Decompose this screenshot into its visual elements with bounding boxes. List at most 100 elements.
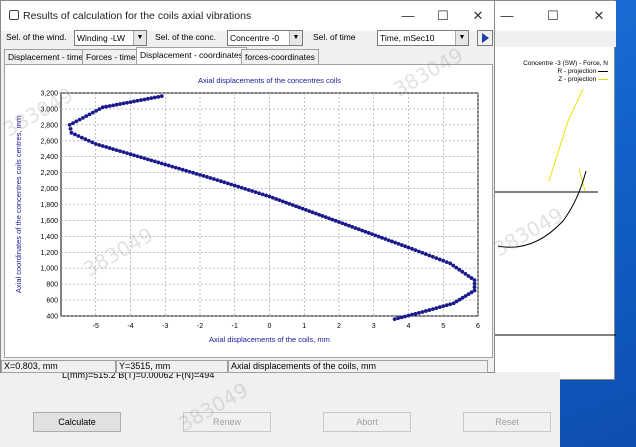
data-point xyxy=(218,179,223,184)
data-point xyxy=(350,224,355,229)
data-point xyxy=(149,158,154,163)
data-point xyxy=(74,119,79,124)
data-point xyxy=(356,227,361,232)
concentre-select[interactable]: Concentre -0 ▼ xyxy=(227,30,303,46)
data-point xyxy=(100,105,105,110)
resize-grip[interactable] xyxy=(488,364,495,372)
data-point xyxy=(370,232,374,237)
data-point xyxy=(152,95,157,100)
reset-button[interactable]: Reset xyxy=(463,412,551,432)
data-point xyxy=(417,249,421,254)
data-point xyxy=(145,96,150,101)
y-tick-label: 2,200 xyxy=(40,170,58,177)
data-point xyxy=(97,107,102,111)
data-point xyxy=(406,313,411,318)
data-point xyxy=(437,257,442,262)
data-point xyxy=(353,226,358,230)
calculate-button[interactable]: Calculate xyxy=(33,412,121,432)
data-point xyxy=(142,156,147,161)
chevron-down-icon: ▼ xyxy=(455,31,468,45)
data-point xyxy=(423,309,428,313)
x-tick-label: 2 xyxy=(337,323,341,330)
data-point xyxy=(274,197,279,201)
data-point xyxy=(111,103,116,108)
data-point xyxy=(403,314,407,319)
data-point xyxy=(225,181,230,186)
tab-forces-time[interactable]: Forces - time xyxy=(82,49,140,64)
data-point xyxy=(297,205,302,210)
data-point xyxy=(194,171,199,176)
data-point xyxy=(280,199,285,204)
data-point xyxy=(444,260,449,265)
data-point xyxy=(215,178,220,183)
data-point xyxy=(360,228,365,233)
data-point xyxy=(380,235,384,240)
data-point xyxy=(118,102,122,106)
data-point xyxy=(139,98,143,103)
data-point xyxy=(156,160,161,165)
data-point xyxy=(67,122,72,127)
data-point xyxy=(236,184,241,189)
y-axis-label: Axial coordinates of the concentres coil… xyxy=(14,116,23,293)
data-point xyxy=(100,144,105,148)
back-window[interactable]: — ☐ ✕ Concentre -3 (SW) - Force, N R - p… xyxy=(492,0,616,380)
data-point xyxy=(451,301,456,306)
data-point xyxy=(121,101,126,106)
x-tick-label: 0 xyxy=(268,323,272,330)
data-point xyxy=(393,240,398,245)
data-point xyxy=(472,281,477,286)
data-point xyxy=(386,238,391,243)
data-point xyxy=(287,201,292,206)
data-point xyxy=(330,217,335,222)
sel-conc-label: Sel. of the conc. xyxy=(155,32,216,42)
main-window[interactable]: Results of calculation for the coils axi… xyxy=(0,0,495,373)
data-point xyxy=(290,203,295,207)
y-tick-label: 2,400 xyxy=(40,154,58,161)
data-point xyxy=(327,216,331,221)
data-point xyxy=(363,229,368,234)
x-tick-label: 5 xyxy=(441,323,445,330)
data-point xyxy=(87,112,92,117)
y-tick-label: 1,400 xyxy=(40,234,58,241)
data-point xyxy=(406,245,411,250)
close-button[interactable]: ✕ xyxy=(456,1,500,31)
data-point xyxy=(260,192,265,197)
data-point xyxy=(170,164,175,169)
status-x: X=0.803, mm xyxy=(1,360,116,373)
play-button[interactable] xyxy=(477,30,493,46)
data-point xyxy=(163,162,168,167)
data-point xyxy=(284,200,288,205)
z-projection-segment xyxy=(578,168,586,192)
data-point xyxy=(184,168,189,173)
data-point xyxy=(472,285,477,289)
data-point xyxy=(441,258,446,263)
data-point xyxy=(243,186,248,191)
data-point xyxy=(205,175,209,179)
data-point xyxy=(191,170,195,175)
data-point xyxy=(246,188,251,192)
x-tick-label: -2 xyxy=(197,323,203,330)
y-tick-label: 400 xyxy=(46,314,58,321)
tab-displacement-coordinates[interactable]: Displacement - coordinates xyxy=(136,47,247,65)
data-point xyxy=(208,176,213,180)
data-point xyxy=(104,145,109,149)
data-point xyxy=(145,157,150,162)
y-tick-label: 1,200 xyxy=(40,250,58,257)
data-point xyxy=(337,220,341,224)
data-point xyxy=(267,194,272,199)
tab-forces-coordinates[interactable]: forces-coordinates xyxy=(241,49,319,64)
data-point xyxy=(383,237,388,241)
data-point xyxy=(264,193,268,198)
data-point xyxy=(187,169,192,174)
tab-displacement-time[interactable]: Displacement - time xyxy=(4,49,88,64)
data-point xyxy=(427,308,432,312)
data-point xyxy=(427,253,432,258)
abort-button[interactable]: Abort xyxy=(323,412,411,432)
y-tick-label: 600 xyxy=(46,298,58,305)
winding-select[interactable]: Winding -LW ▼ xyxy=(74,30,147,46)
data-point xyxy=(317,212,322,217)
data-point xyxy=(201,174,206,178)
chevron-down-icon: ▼ xyxy=(133,31,146,45)
data-point xyxy=(125,100,129,105)
chart-panel: -5 -4 -3 -2 -1 0 1 2 3 4 5 6 400 600 800 1,000 1,200 1,40… xyxy=(4,64,493,358)
